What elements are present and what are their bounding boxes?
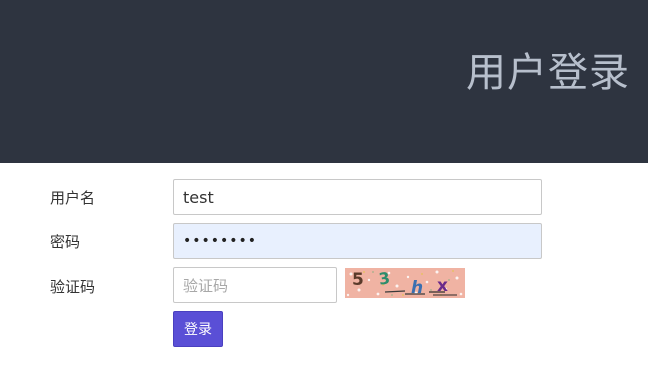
captcha-char-3: h <box>411 278 423 298</box>
password-label: 密码 <box>50 233 81 251</box>
captcha-char-4: x <box>437 276 448 296</box>
captcha-input[interactable]: 验证码 <box>173 267 337 303</box>
login-button[interactable]: 登录 <box>173 311 223 347</box>
username-input[interactable]: test <box>173 179 542 215</box>
captcha-image[interactable]: 5 3 h x <box>345 268 465 298</box>
password-input[interactable]: •••••••• <box>173 223 542 259</box>
login-form: 用户名 test 密码 •••••••• 验证码 验证码 5 3 h x 登录 <box>0 163 648 389</box>
username-label: 用户名 <box>50 189 96 207</box>
username-value: test <box>183 187 214 207</box>
captcha-char-1: 5 <box>352 270 364 290</box>
page-title: 用户登录 <box>466 50 630 96</box>
captcha-graphic: 5 3 h x <box>345 268 465 298</box>
captcha-label: 验证码 <box>50 278 96 296</box>
page-header: 用户登录 <box>0 0 648 163</box>
password-value: •••••••• <box>183 233 258 249</box>
captcha-placeholder: 验证码 <box>183 276 229 295</box>
